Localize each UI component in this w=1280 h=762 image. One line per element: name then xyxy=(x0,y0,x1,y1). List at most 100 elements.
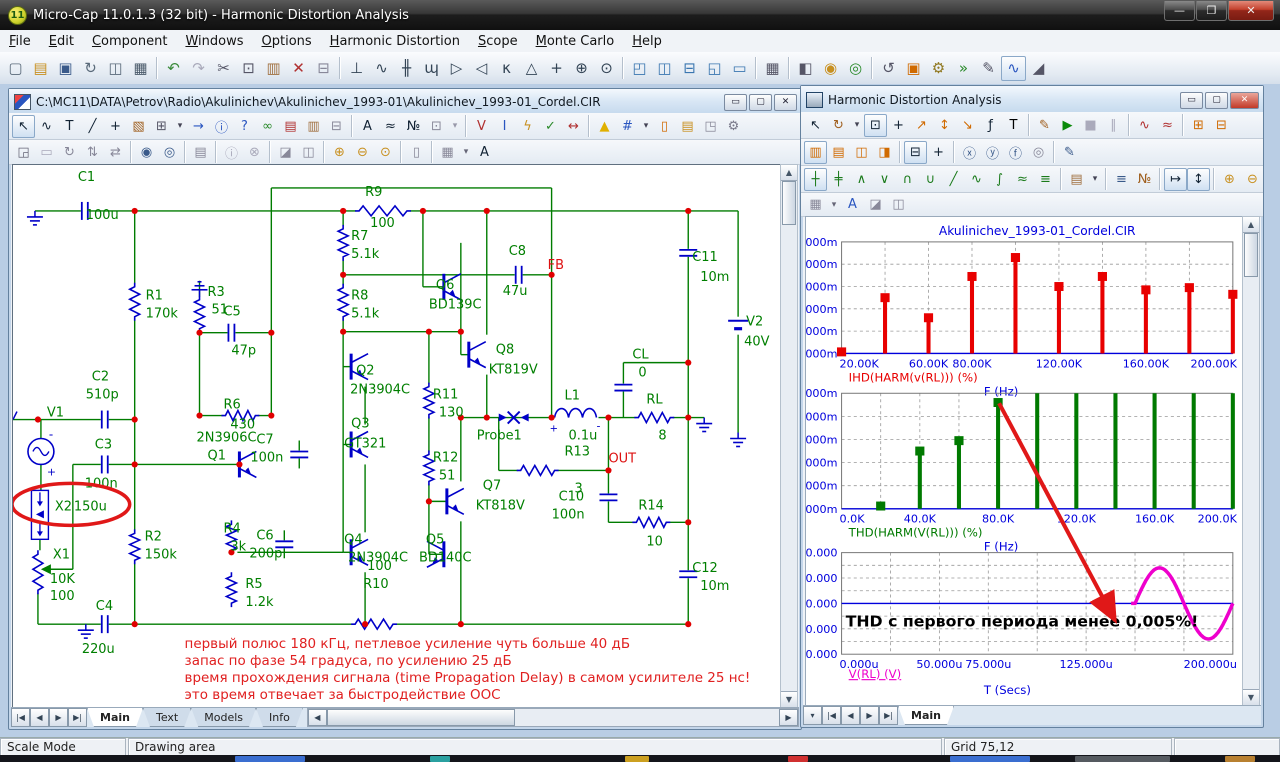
link-button[interactable]: ∞ xyxy=(256,115,279,138)
taskbar-icon[interactable] xyxy=(950,756,1030,762)
zoom-out-button[interactable]: ⊖ xyxy=(351,141,374,164)
grid-style-button[interactable]: ▦ xyxy=(436,141,459,164)
tab-nav-button[interactable]: ▶ xyxy=(860,706,879,725)
cursor-both-button[interactable]: ┼ xyxy=(804,168,827,191)
cascade-windows-button[interactable]: ◰ xyxy=(627,56,652,81)
high-point-button[interactable]: ∩ xyxy=(896,168,919,191)
text-attributes-button[interactable]: A xyxy=(473,141,496,164)
scroll-thumb[interactable] xyxy=(782,181,796,225)
current-source-button[interactable]: ⊙ xyxy=(594,56,619,81)
new-file-button[interactable]: ▢ xyxy=(3,56,28,81)
global-extrema-button[interactable]: ∫ xyxy=(988,168,1011,191)
properties-button[interactable]: ✎ xyxy=(1033,114,1056,137)
menu-scope[interactable]: Scope xyxy=(469,32,527,51)
node-numbers-button[interactable]: № xyxy=(402,115,425,138)
zoom-in-button[interactable]: ⊕ xyxy=(1218,168,1241,191)
low-point-button[interactable]: ∪ xyxy=(919,168,942,191)
tab-nav-button[interactable]: ◀ xyxy=(841,706,860,725)
analysis-titlebar[interactable]: Harmonic Distortion Analysis ▭ ▢ ✕ xyxy=(801,86,1263,112)
search-button[interactable]: ◎ xyxy=(1027,141,1050,164)
scroll-up-icon[interactable]: ▲ xyxy=(1243,217,1259,233)
line-mode-button[interactable]: ╱ xyxy=(81,115,104,138)
copy-picture-button[interactable]: ⊡ xyxy=(425,115,448,138)
stepping-button[interactable]: » xyxy=(951,56,976,81)
diode-button[interactable]: ▷ xyxy=(444,56,469,81)
zoom-select-button[interactable]: ⊡ xyxy=(864,114,887,137)
numeric-list-button[interactable]: ≡ xyxy=(1110,168,1133,191)
valley-button[interactable]: ∨ xyxy=(873,168,896,191)
rotate-dropdown-icon[interactable]: ▾ xyxy=(850,114,864,137)
edit-button[interactable]: ✎ xyxy=(1058,141,1081,164)
scale-se-button[interactable]: ↘ xyxy=(956,114,979,137)
tab-nav-button[interactable]: ◀ xyxy=(30,708,49,727)
stop-button[interactable]: ■ xyxy=(1079,114,1102,137)
page-box-button[interactable]: ◳ xyxy=(699,115,722,138)
order-front-button[interactable]: ◪ xyxy=(864,193,887,216)
info-disabled-button[interactable]: ⓘ xyxy=(220,141,243,164)
sine-source-button[interactable]: ∿ xyxy=(369,56,394,81)
scale-vertical-button[interactable]: ↕ xyxy=(933,114,956,137)
show-power-button[interactable]: ϟ xyxy=(516,115,539,138)
find-repeat-button[interactable]: ◎ xyxy=(158,141,181,164)
transistor-button[interactable]: κ xyxy=(494,56,519,81)
save-button[interactable]: ▣ xyxy=(53,56,78,81)
wire-mode-button[interactable]: ∿ xyxy=(35,115,58,138)
auto-scale-y-button[interactable]: ↕ xyxy=(1187,168,1210,191)
to-front-button[interactable]: ◪ xyxy=(274,141,297,164)
delete-button[interactable]: ✕ xyxy=(286,56,311,81)
inflection-button[interactable]: ∿ xyxy=(965,168,988,191)
plot-layout-1-button[interactable]: ▥ xyxy=(804,141,827,164)
transform-mode-button[interactable]: ◲ xyxy=(12,141,35,164)
opamp-button[interactable]: △ xyxy=(519,56,544,81)
scroll-down-icon[interactable]: ▼ xyxy=(781,691,797,707)
analysis-plots-button[interactable]: ∿ xyxy=(1001,56,1026,81)
menu-help[interactable]: Help xyxy=(623,32,671,51)
horizontal-scrollbar[interactable]: ◀▶ xyxy=(307,708,799,727)
grid-dropdown-icon[interactable]: ▾ xyxy=(827,193,841,216)
component-panel-button[interactable]: ◧ xyxy=(793,56,818,81)
stop-disabled-button[interactable]: ⊗ xyxy=(243,141,266,164)
taskbar-icon[interactable] xyxy=(1075,756,1170,762)
info-button[interactable]: ⓘ xyxy=(210,115,233,138)
scroll-left-icon[interactable]: ◀ xyxy=(308,709,327,726)
checklist-button[interactable]: ▤ xyxy=(279,115,302,138)
series-label[interactable]: IHD(HARM(v(RL))) (%) xyxy=(849,370,978,384)
scroll-down-icon[interactable]: ▼ xyxy=(1243,689,1259,705)
undo-button[interactable]: ↶ xyxy=(161,56,186,81)
select-arrow-button[interactable]: ↖ xyxy=(804,114,827,137)
font-button[interactable]: A xyxy=(841,193,864,216)
page-view-button[interactable]: ▯ xyxy=(405,141,428,164)
flip-y-button[interactable]: ⇅ xyxy=(81,141,104,164)
tools-button[interactable]: ✎ xyxy=(976,56,1001,81)
paste-button[interactable]: ▥ xyxy=(261,56,286,81)
tab-nav-button[interactable]: ▶| xyxy=(68,708,87,727)
step-notes-button[interactable]: ▤ xyxy=(189,141,212,164)
new-page-button[interactable]: ▯ xyxy=(653,115,676,138)
copy-dropdown-icon[interactable]: ▾ xyxy=(448,115,462,138)
flip-x-button[interactable]: ⇄ xyxy=(104,141,127,164)
taskbar-icon[interactable] xyxy=(625,756,649,762)
flow-arrow-button[interactable]: → xyxy=(187,115,210,138)
pin-connections-button[interactable]: ↔ xyxy=(562,115,585,138)
copy-button[interactable]: ⊡ xyxy=(236,56,261,81)
find-button[interactable]: ◉ xyxy=(135,141,158,164)
tab-text[interactable]: Text xyxy=(143,708,191,727)
cursor-pair-button[interactable]: ╪ xyxy=(827,168,850,191)
find-part-button[interactable]: A xyxy=(356,115,379,138)
text-mode-button[interactable]: T xyxy=(1002,114,1025,137)
web-update-button[interactable]: ◎ xyxy=(843,56,868,81)
scroll-thumb[interactable] xyxy=(1244,233,1258,277)
tab-models[interactable]: Models xyxy=(191,708,256,727)
model-browser-button[interactable]: ◉ xyxy=(818,56,843,81)
copy-dropdown-icon[interactable]: ▾ xyxy=(1088,168,1102,191)
show-currents-button[interactable]: I xyxy=(493,115,516,138)
select-area-button[interactable]: ⊞ xyxy=(1187,114,1210,137)
to-back-button[interactable]: ◫ xyxy=(297,141,320,164)
zoom-in-button[interactable]: ⊕ xyxy=(328,141,351,164)
plot-layout-3-button[interactable]: ◫ xyxy=(850,141,873,164)
scroll-right-icon[interactable]: ▶ xyxy=(779,709,798,726)
series-label[interactable]: V(RL) (V) xyxy=(849,667,902,681)
schematic-close-button[interactable]: ✕ xyxy=(774,94,797,111)
fx-button[interactable]: ƒ xyxy=(979,114,1002,137)
redo-button[interactable]: ↷ xyxy=(186,56,211,81)
